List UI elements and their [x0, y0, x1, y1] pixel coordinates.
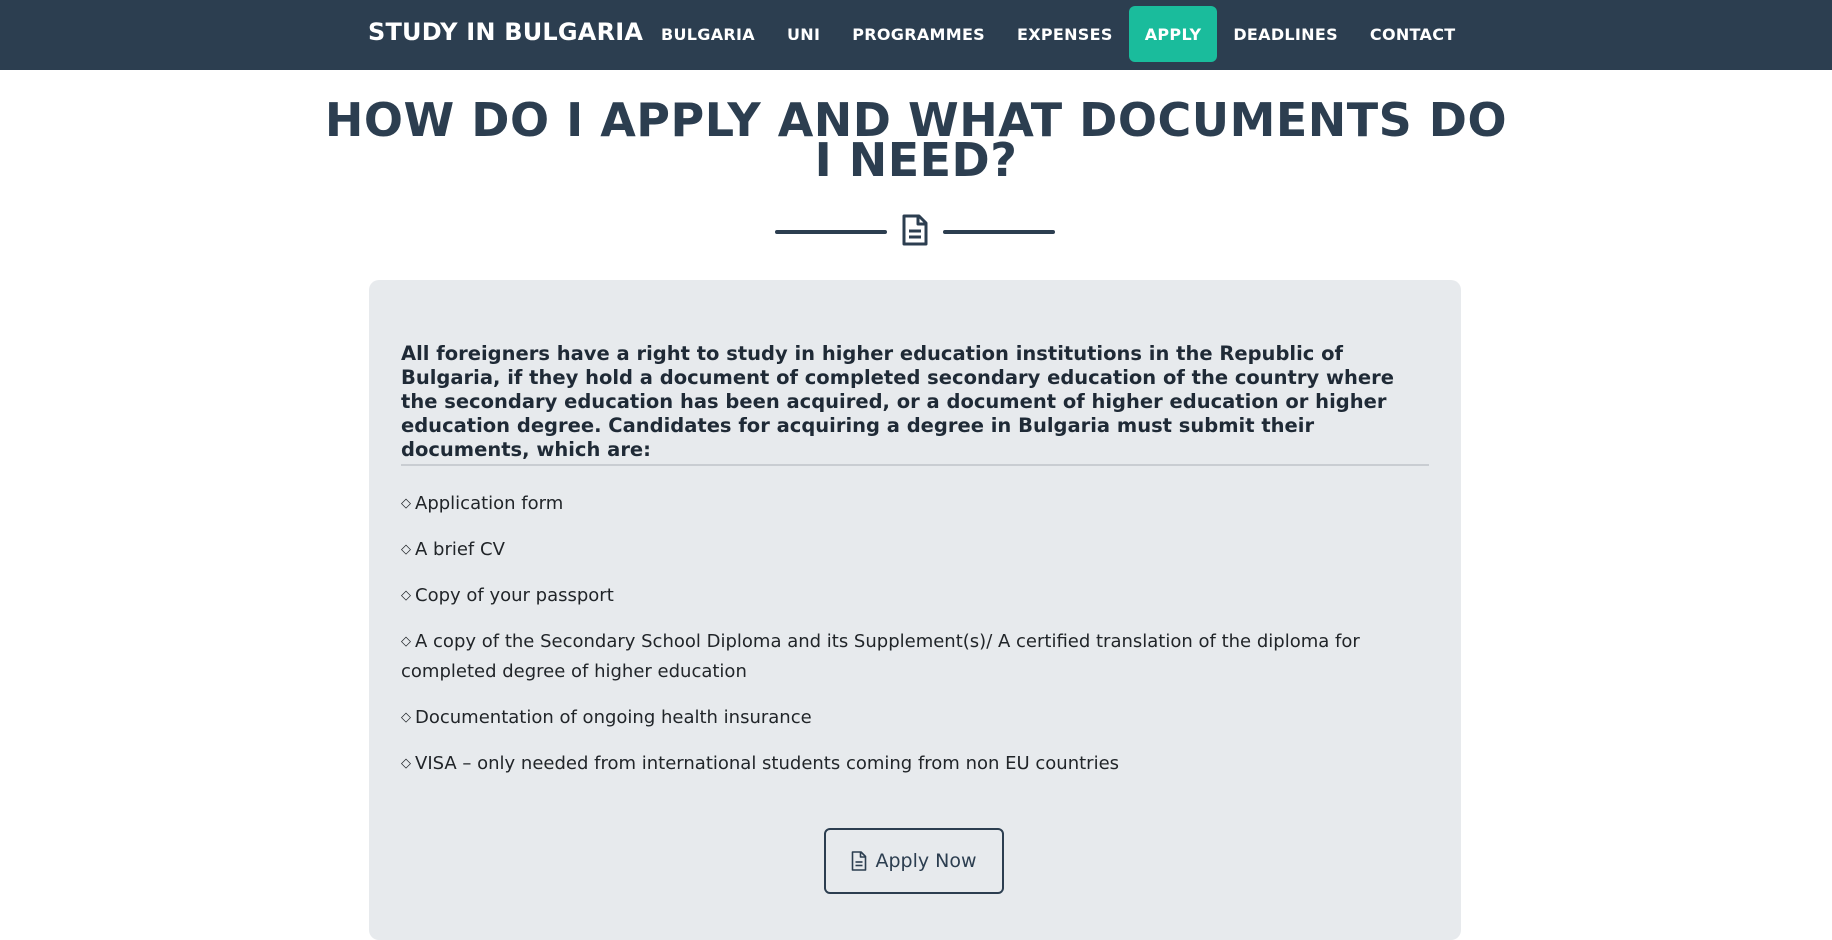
list-item: ◇ Copy of your passport [401, 581, 1431, 611]
nav-item-contact[interactable]: CONTACT [1354, 6, 1472, 62]
card-divider [401, 464, 1429, 466]
brand-logo[interactable]: STUDY IN BULGARIA [368, 18, 643, 46]
diamond-bullet-icon: ◇ [401, 496, 411, 511]
list-item: ◇ VISA – only needed from international s… [401, 749, 1431, 779]
document-label: Documentation of ongoing health insuranc… [415, 707, 812, 728]
document-label: A copy of the Secondary School Diploma a… [401, 631, 1360, 682]
document-icon [902, 214, 928, 246]
nav-menu: BULGARIA UNI PROGRAMMES EXPENSES APPLY D… [645, 6, 1471, 62]
list-item: ◇ Documentation of ongoing health insuran… [401, 703, 1431, 733]
documents-list: ◇ Application form ◇ A brief CV ◇ Copy of y… [401, 489, 1431, 795]
divider-line-left [775, 230, 887, 234]
list-item: ◇ A copy of the Secondary School Diploma … [401, 627, 1431, 687]
divider-line-right [943, 230, 1055, 234]
nav-item-expenses[interactable]: EXPENSES [1001, 6, 1129, 62]
document-label: A brief CV [415, 539, 505, 560]
document-label: Copy of your passport [415, 585, 614, 606]
documents-card: All foreigners have a right to study in … [369, 280, 1461, 940]
document-label: VISA – only needed from international st… [415, 753, 1120, 774]
document-icon [852, 851, 867, 871]
diamond-bullet-icon: ◇ [401, 756, 411, 771]
nav-item-deadlines[interactable]: DEADLINES [1217, 6, 1354, 62]
list-item: ◇ Application form [401, 489, 1431, 519]
document-label: Application form [415, 493, 564, 514]
page-title: HOW DO I APPLY AND WHAT DOCUMENTS DO I N… [324, 93, 1508, 187]
nav-item-bulgaria[interactable]: BULGARIA [645, 6, 771, 62]
apply-now-button[interactable]: Apply Now [824, 828, 1004, 894]
nav-item-apply[interactable]: APPLY [1128, 6, 1218, 62]
diamond-bullet-icon: ◇ [401, 634, 411, 649]
nav-item-programmes[interactable]: PROGRAMMES [836, 6, 1001, 62]
nav-item-uni[interactable]: UNI [771, 6, 836, 62]
apply-now-label: Apply Now [875, 850, 977, 872]
intro-text: All foreigners have a right to study in … [401, 342, 1394, 461]
diamond-bullet-icon: ◇ [401, 710, 411, 725]
diamond-bullet-icon: ◇ [401, 542, 411, 557]
top-navbar: STUDY IN BULGARIA BULGARIA UNI PROGRAMME… [0, 0, 1832, 70]
list-item: ◇ A brief CV [401, 535, 1431, 565]
diamond-bullet-icon: ◇ [401, 588, 411, 603]
